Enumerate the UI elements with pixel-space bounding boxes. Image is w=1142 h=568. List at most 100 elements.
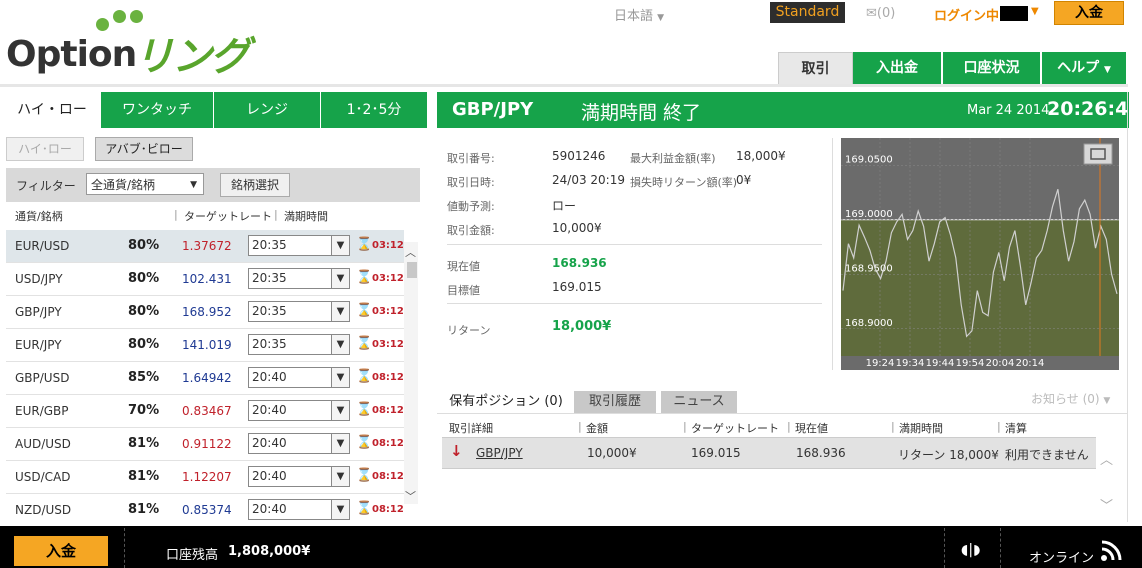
scroll-down-icon[interactable]: ﹀ <box>405 488 416 504</box>
trade-id-label: 取引番号: <box>447 152 495 165</box>
expiry-time-select[interactable]: 20:35 ▼ <box>248 235 350 256</box>
logo-brand: リング <box>134 34 250 80</box>
filter-select-value: 全通貨/銘柄 <box>91 178 156 192</box>
expiry-time-select[interactable]: 20:40 ▼ <box>248 433 350 454</box>
instrument-row[interactable]: EUR/JPY 80% 141.019 20:35 ▼ ⌛ 03:12 <box>6 329 404 362</box>
language-selector[interactable]: 日本語 ▼ <box>614 5 664 24</box>
instrument-countdown: 03:12 <box>372 240 404 251</box>
instrument-row[interactable]: GBP/JPY 80% 168.952 20:35 ▼ ⌛ 03:12 <box>6 296 404 329</box>
expiry-time-select[interactable]: 20:35 ▼ <box>248 334 350 355</box>
instrument-payout: 81% <box>128 436 160 451</box>
chevron-down-icon[interactable]: ▼ <box>1031 6 1039 17</box>
instrument-payout: 80% <box>128 304 160 319</box>
instrument-row[interactable]: EUR/GBP 70% 0.83467 20:40 ▼ ⌛ 08:12 <box>6 395 404 428</box>
hourglass-icon: ⌛ <box>356 435 373 450</box>
instrument-payout: 70% <box>128 403 160 418</box>
instrument-countdown: 08:12 <box>372 504 404 515</box>
divider <box>124 528 126 568</box>
tab-one-touch[interactable]: ワンタッチ <box>101 92 213 128</box>
tab-open-positions[interactable]: 保有ポジション (0) <box>443 391 569 413</box>
position-expiry: リターン 18,000¥ <box>898 448 999 462</box>
expiry-time-select[interactable]: 20:40 ▼ <box>248 499 350 520</box>
trade-status: 満期時間 終了 <box>581 102 702 124</box>
return-label: リターン <box>447 324 491 337</box>
logo-dot <box>130 10 143 23</box>
instrument-countdown: 08:12 <box>372 438 404 449</box>
expiry-time-value: 20:35 <box>252 304 287 318</box>
trade-date: Mar 24 2014 <box>967 103 1050 118</box>
scroll-up-icon[interactable]: ︿ <box>405 244 416 260</box>
scroll-down-icon[interactable]: ﹀ <box>1100 495 1113 514</box>
nav-help[interactable]: ヘルプ ▼ <box>1042 52 1126 84</box>
header-divider: | <box>891 420 895 433</box>
instrument-payout: 80% <box>128 238 160 253</box>
tab-range[interactable]: レンジ <box>214 92 320 128</box>
chevron-down-icon: ▼ <box>331 401 349 420</box>
instrument-list-scrollbar[interactable] <box>404 242 418 504</box>
instrument-row[interactable]: EUR/USD 80% 1.37672 20:35 ▼ ⌛ 03:12 <box>6 230 404 263</box>
deposit-button[interactable]: 入金 <box>1054 1 1124 25</box>
expiry-time-select[interactable]: 20:35 ▼ <box>248 268 350 289</box>
position-row[interactable]: ↓ GBP/JPY 10,000¥ 169.015 168.936 リターン 1… <box>442 437 1096 469</box>
header-symbol: 通貨/銘柄 <box>15 210 63 223</box>
instrument-countdown: 03:12 <box>372 339 404 350</box>
tab-high-low[interactable]: ハイ・ロー <box>4 92 100 128</box>
tab-news[interactable]: ニュース <box>661 391 737 413</box>
tab-1-2-5-min[interactable]: 1･2･5分 <box>321 92 427 128</box>
chart-y-tick-label: 169.0500 <box>845 154 893 165</box>
header-expiry: 満期時間 <box>899 422 943 435</box>
nav-account-status[interactable]: 口座状況 <box>943 52 1040 84</box>
instrument-rate: 102.431 <box>182 272 232 286</box>
instrument-payout: 80% <box>128 271 160 286</box>
expiry-time-select[interactable]: 20:40 ▼ <box>248 466 350 487</box>
expiry-time-select[interactable]: 20:40 ▼ <box>248 400 350 421</box>
instrument-row[interactable]: GBP/USD 85% 1.64942 20:40 ▼ ⌛ 08:12 <box>6 362 404 395</box>
instrument-payout: 85% <box>128 370 160 385</box>
forecast-label: 値動予測: <box>447 200 495 213</box>
instrument-row[interactable]: USD/JPY 80% 102.431 20:35 ▼ ⌛ 03:12 <box>6 263 404 296</box>
subtab-above-below[interactable]: アバブ･ビロー <box>95 137 193 161</box>
chart-fullscreen-button[interactable] <box>1083 143 1113 165</box>
instrument-row[interactable]: AUD/USD 81% 0.91122 20:40 ▼ ⌛ 08:12 <box>6 428 404 461</box>
header-settle: 清算 <box>1005 422 1027 435</box>
header-divider: | <box>787 420 791 433</box>
instrument-countdown: 08:12 <box>372 405 404 416</box>
trade-datetime: 24/03 20:19 <box>552 173 625 187</box>
user-name-redacted[interactable] <box>1000 6 1028 21</box>
instrument-list: EUR/USD 80% 1.37672 20:35 ▼ ⌛ 03:12 USD/JPY 80% 1… <box>6 230 404 520</box>
header-expiry: 満期時間 <box>284 210 328 223</box>
expiry-time-value: 20:40 <box>252 469 287 483</box>
header-divider: | <box>274 208 278 221</box>
hourglass-icon: ⌛ <box>356 402 373 417</box>
notice-button[interactable]: お知らせ (0) ▼ <box>1031 390 1110 407</box>
account-type-badge: Standard <box>770 2 845 23</box>
footer-deposit-button[interactable]: 入金 <box>14 536 108 566</box>
mail-button[interactable]: ✉(0) <box>866 6 895 21</box>
chevron-down-icon: ▼ <box>331 302 349 321</box>
expiry-time-value: 20:40 <box>252 502 287 516</box>
instrument-rate: 0.83467 <box>182 404 232 418</box>
chevron-down-icon: ▼ <box>331 467 349 486</box>
positions-header: 取引詳細 | 金額 | ターゲットレート | 現在値 | 満期時間 | 清算 <box>443 418 1119 436</box>
symbol-select-button[interactable]: 銘柄選択 <box>220 173 290 197</box>
instrument-row[interactable]: USD/CAD 81% 1.12207 20:40 ▼ ⌛ 08:12 <box>6 461 404 494</box>
subtab-high-low[interactable]: ハイ･ロー <box>6 137 84 161</box>
header-target-rate: ターゲットレート <box>184 210 272 223</box>
expiry-time-value: 20:40 <box>252 436 287 450</box>
sound-icon[interactable]: ◖|◗ <box>961 542 980 558</box>
tab-trade-history[interactable]: 取引履歴 <box>574 391 656 413</box>
language-label: 日本語 <box>614 9 654 24</box>
instrument-row[interactable]: NZD/USD 81% 0.85374 20:40 ▼ ⌛ 08:12 <box>6 494 404 520</box>
divider <box>447 244 822 245</box>
filter-select[interactable]: 全通貨/銘柄 ▼ <box>86 173 204 195</box>
position-symbol-link[interactable]: GBP/JPY <box>476 446 523 460</box>
hourglass-icon: ⌛ <box>356 501 373 516</box>
nav-trade[interactable]: 取引 <box>778 52 853 85</box>
nav-help-label: ヘルプ <box>1057 60 1100 76</box>
divider <box>832 138 833 370</box>
scrollbar-thumb[interactable] <box>407 262 417 278</box>
scroll-up-icon[interactable]: ︿ <box>1100 449 1113 468</box>
nav-deposit-withdraw[interactable]: 入出金 <box>853 52 941 84</box>
expiry-time-select[interactable]: 20:40 ▼ <box>248 367 350 388</box>
expiry-time-select[interactable]: 20:35 ▼ <box>248 301 350 322</box>
